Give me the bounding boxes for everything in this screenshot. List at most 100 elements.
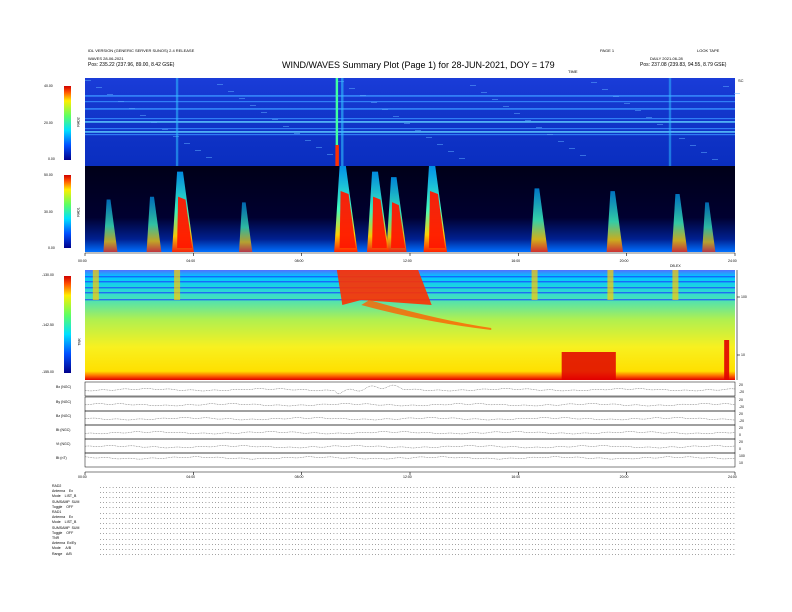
param-dot (484, 539, 485, 540)
param-dot (253, 544, 255, 545)
rad2-band (85, 131, 735, 133)
param-dot (551, 544, 552, 545)
param-dot (237, 528, 239, 529)
param-dot (573, 513, 575, 514)
param-dot (311, 533, 312, 534)
param-dot (567, 507, 568, 508)
header-left-pos-label: Pos: (88, 62, 99, 68)
param-dot (436, 533, 437, 534)
param-dot (320, 518, 322, 519)
param-dot (628, 533, 629, 534)
param-dot (557, 523, 559, 524)
param-dot (253, 523, 255, 524)
param-dot (272, 528, 274, 529)
param-dot (471, 539, 472, 540)
param-dot (442, 518, 443, 519)
param-dot (557, 533, 559, 534)
param-dot (352, 539, 354, 540)
param-dot (301, 539, 303, 540)
param-dot (282, 518, 283, 519)
param-dot (516, 533, 517, 534)
param-dot (285, 507, 287, 508)
param-dot (365, 544, 367, 545)
param-dot (122, 518, 123, 519)
param-dot (487, 539, 488, 540)
param-dot (109, 528, 111, 529)
param-dot (122, 497, 123, 498)
param-dot (666, 497, 667, 498)
param-dot (368, 533, 370, 534)
param-dot (234, 533, 235, 534)
param-dot (196, 507, 197, 508)
param-dot (570, 528, 571, 529)
param-dot (292, 507, 293, 508)
param-dot (148, 518, 149, 519)
param-dot (724, 549, 725, 550)
param-dot (436, 554, 437, 555)
strip-right-tick-top: 20 (739, 440, 743, 444)
param-dot (116, 497, 117, 498)
param-dot (256, 502, 258, 503)
param-dot (407, 507, 408, 508)
param-dot (167, 507, 168, 508)
param-dot (410, 549, 411, 550)
rad2-speckle (723, 86, 729, 87)
param-dot (292, 487, 293, 488)
param-dot (122, 487, 123, 488)
param-dot (733, 487, 735, 488)
param-dot (596, 533, 597, 534)
param-dot (439, 528, 440, 529)
param-dot (119, 544, 120, 545)
rad2-speckle (327, 154, 333, 155)
param-dot (375, 539, 376, 540)
param-dot (375, 549, 376, 550)
param-dot (420, 528, 421, 529)
param-dot (711, 518, 712, 519)
param-dot (224, 539, 226, 540)
param-dot (368, 554, 370, 555)
param-dot (208, 507, 210, 508)
param-dot (260, 544, 261, 545)
param-dot (503, 523, 504, 524)
x-tick-label-lower: 04:00 (186, 475, 196, 479)
rad1-colorbar (64, 175, 71, 248)
tnr-right-tick-100: 100 (741, 295, 747, 299)
param-dot (570, 533, 571, 534)
strip-series (84, 384, 736, 395)
param-dot (109, 554, 111, 555)
param-dot (695, 492, 696, 493)
param-dot (631, 518, 632, 519)
param-dot (308, 523, 309, 524)
param-dot (602, 487, 603, 488)
param-dot (557, 539, 559, 540)
param-dot (202, 539, 203, 540)
param-dot (650, 523, 651, 524)
param-dot (173, 497, 175, 498)
param-dot (647, 502, 648, 503)
param-dot (215, 539, 216, 540)
param-dot (148, 544, 149, 545)
param-dot (237, 539, 239, 540)
param-dot (250, 544, 251, 545)
time-series-strips (84, 381, 736, 468)
param-dot (436, 518, 437, 519)
param-dot (432, 528, 434, 529)
param-dot (141, 554, 143, 555)
param-dot (250, 539, 251, 540)
param-dot (202, 497, 203, 498)
param-dot (151, 507, 152, 508)
param-dot (676, 487, 677, 488)
param-dot (605, 513, 607, 514)
param-dot (631, 502, 632, 503)
param-dot (644, 544, 645, 545)
param-dot (724, 507, 725, 508)
param-dot (423, 554, 424, 555)
param-dot (500, 528, 501, 529)
param-dot (682, 497, 683, 498)
param-dot (119, 507, 120, 508)
param-dot (576, 544, 578, 545)
param-dot (640, 528, 642, 529)
param-dot (381, 523, 383, 524)
param-dot (276, 497, 277, 498)
param-dot (512, 528, 514, 529)
